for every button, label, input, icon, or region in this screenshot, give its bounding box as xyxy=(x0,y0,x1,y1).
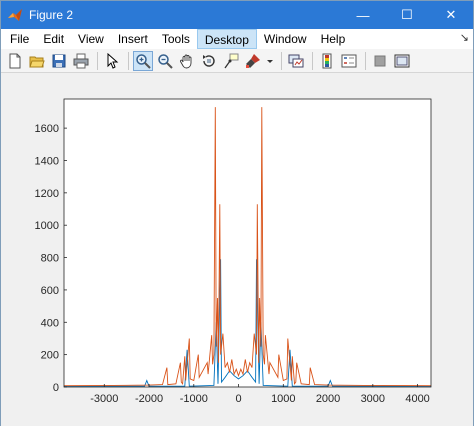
menu-bar: File Edit View Insert Tools Desktop Wind… xyxy=(1,29,473,49)
title-bar[interactable]: Figure 2 — ☐ ✕ xyxy=(1,1,473,29)
menu-edit[interactable]: Edit xyxy=(36,29,71,49)
brush-dropdown-icon[interactable] xyxy=(265,51,275,71)
x-tick-label: -2000 xyxy=(135,393,163,405)
rotate-3d-icon[interactable] xyxy=(199,51,219,71)
brush-icon[interactable] xyxy=(243,51,263,71)
y-tick-label: 1200 xyxy=(35,188,59,200)
y-tick-label: 1600 xyxy=(35,123,59,135)
x-tick-label: 2000 xyxy=(316,393,340,405)
show-plot-tools-icon[interactable] xyxy=(392,51,412,71)
close-button[interactable]: ✕ xyxy=(429,1,473,29)
x-tick-label: -3000 xyxy=(90,393,118,405)
x-tick-label: 3000 xyxy=(361,393,385,405)
pan-hand-icon[interactable] xyxy=(177,51,197,71)
zoom-out-icon[interactable] xyxy=(155,51,175,71)
y-tick-label: 200 xyxy=(41,350,59,362)
zoom-in-icon[interactable] xyxy=(133,50,153,71)
x-tick-label: -1000 xyxy=(180,393,208,405)
open-file-icon[interactable] xyxy=(27,51,47,71)
menu-desktop[interactable]: Desktop xyxy=(196,29,257,49)
menu-file[interactable]: File xyxy=(3,29,36,49)
print-icon[interactable] xyxy=(71,51,91,71)
y-tick-label: 400 xyxy=(41,317,59,329)
dock-arrow-icon[interactable]: ↘ xyxy=(460,31,469,44)
figure-canvas[interactable]: -3000 -2000 -1000 0 1000 2000 3000 4000 0 200 400… xyxy=(1,74,473,426)
y-tick-label: 800 xyxy=(41,253,59,265)
menu-view[interactable]: View xyxy=(71,29,111,49)
minimize-button[interactable]: — xyxy=(341,1,385,29)
toolbar-separator xyxy=(128,51,129,70)
hide-plot-tools-icon[interactable] xyxy=(370,51,390,71)
plot-axes[interactable]: -3000 -2000 -1000 0 1000 2000 3000 4000 0 200 400… xyxy=(1,74,473,426)
figure-window: Figure 2 — ☐ ✕ File Edit View Insert Too… xyxy=(0,0,474,426)
matlab-logo-icon xyxy=(7,7,23,23)
edit-plot-arrow-icon[interactable] xyxy=(102,51,122,71)
y-tick-label: 1000 xyxy=(35,220,59,232)
toolbar-separator xyxy=(365,51,366,70)
y-tick-label: 0 xyxy=(53,382,59,394)
menu-help[interactable]: Help xyxy=(314,29,353,49)
menu-tools[interactable]: Tools xyxy=(155,29,197,49)
toolbar-separator xyxy=(97,51,98,70)
insert-colorbar-icon[interactable] xyxy=(317,51,337,71)
x-tick-label: 0 xyxy=(235,393,241,405)
x-tick-label: 4000 xyxy=(405,393,429,405)
new-figure-icon[interactable] xyxy=(5,51,25,71)
menu-insert[interactable]: Insert xyxy=(111,29,155,49)
toolbar-separator xyxy=(312,51,313,70)
data-cursor-icon[interactable] xyxy=(221,51,241,71)
insert-legend-icon[interactable] xyxy=(339,51,359,71)
figure-toolbar xyxy=(1,49,473,73)
axes-background xyxy=(64,99,431,387)
save-icon[interactable] xyxy=(49,51,69,71)
y-tick-label: 1400 xyxy=(35,155,59,167)
toolbar-separator xyxy=(281,51,282,70)
y-tick-label: 600 xyxy=(41,285,59,297)
maximize-button[interactable]: ☐ xyxy=(385,1,429,29)
menu-window[interactable]: Window xyxy=(257,29,314,49)
window-title: Figure 2 xyxy=(29,8,74,22)
link-plot-icon[interactable] xyxy=(286,51,306,71)
x-tick-label: 1000 xyxy=(271,393,295,405)
